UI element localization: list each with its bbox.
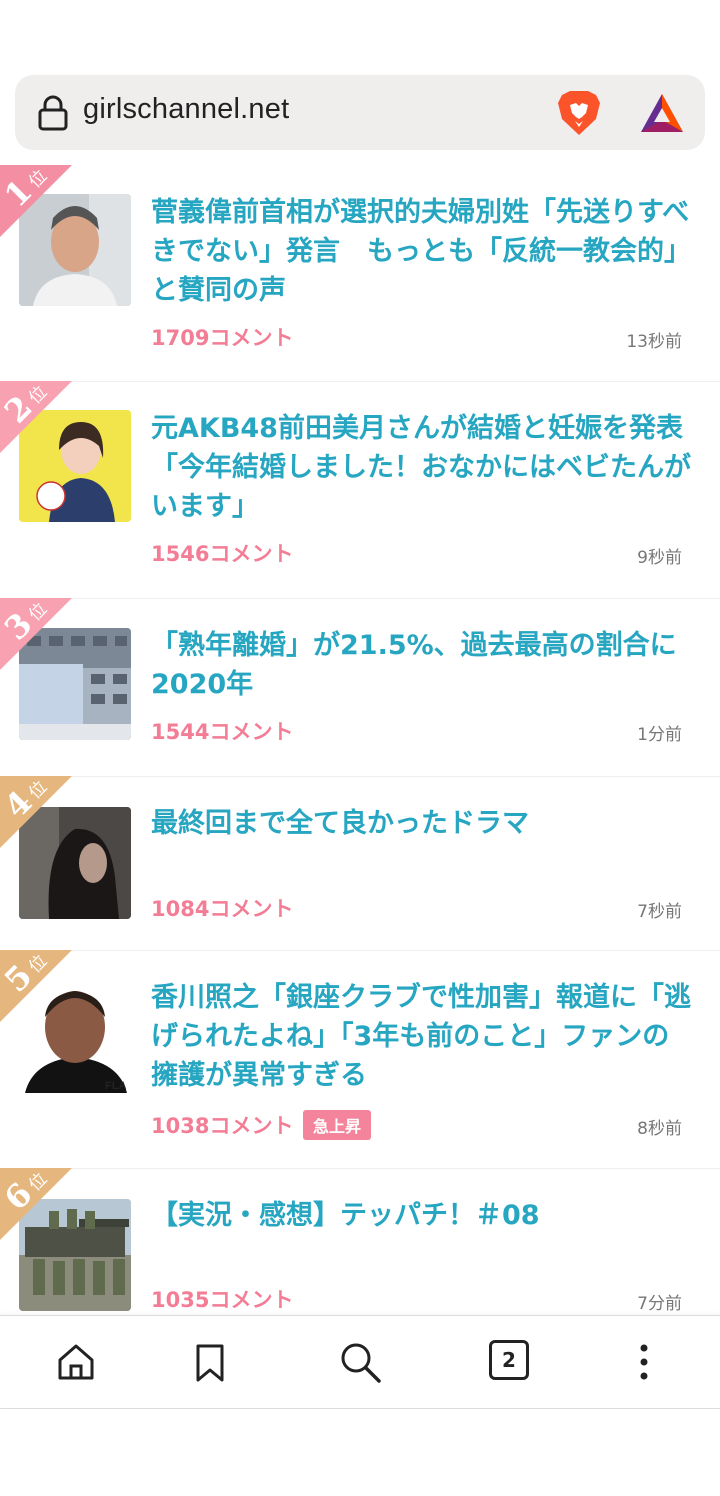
comment-count: 1084コメント xyxy=(151,897,294,921)
post-time: 13秒前 xyxy=(626,332,682,352)
tabs-button[interactable]: 2 xyxy=(489,1340,533,1384)
brave-shields-icon[interactable] xyxy=(556,89,602,137)
address-bar[interactable]: girlschannel.net xyxy=(15,75,705,150)
person-photo: FLA xyxy=(19,981,131,1093)
article-title[interactable]: 最終回まで全て良かったドラマ xyxy=(151,804,696,843)
comment-count: 1709コメント xyxy=(151,326,294,350)
bottom-toolbar: 2 xyxy=(0,1315,720,1409)
list-item[interactable]: 6 位 【実況・感想】テッパチ！＃08 1035コメント 7分前 xyxy=(0,1168,720,1315)
person-photo xyxy=(19,194,131,306)
article-thumbnail xyxy=(19,1199,131,1311)
svg-text:FLA: FLA xyxy=(105,1080,126,1092)
article-title[interactable]: 香川照之「銀座クラブで性加害」報道に「逃げられたよね」「3年も前のこと」ファンの… xyxy=(151,978,696,1095)
article-title[interactable]: 菅義偉前首相が選択的夫婦別姓「先送りすべきでない」発言 もっとも「反統一教会的」… xyxy=(151,193,696,310)
comment-count: 1035コメント xyxy=(151,1288,294,1312)
article-thumbnail xyxy=(19,807,131,919)
list-item[interactable]: 2 位 元AKB48前田美月さんが結婚と妊娠を発表「今年結婚しました！おなかには… xyxy=(0,381,720,599)
comment-count: 1546コメント xyxy=(151,542,294,566)
tab-count: 2 xyxy=(489,1340,529,1380)
lock-icon xyxy=(38,95,68,131)
list-item[interactable]: 1 位 菅義偉前首相が選択的夫婦別姓「先送りすべきでない」発言 もっとも「反統一… xyxy=(0,165,720,382)
home-icon[interactable] xyxy=(54,1340,98,1384)
post-time: 9秒前 xyxy=(637,548,682,568)
post-time: 8秒前 xyxy=(637,1119,682,1139)
url-text: girlschannel.net xyxy=(83,93,290,125)
comment-count: 1544コメント xyxy=(151,720,294,744)
list-item[interactable]: FLA 5 位 香川照之「銀座クラブで性加害」報道に「逃げられたよね」「3年も前… xyxy=(0,950,720,1169)
article-thumbnail xyxy=(19,410,131,522)
bat-rewards-icon[interactable] xyxy=(639,92,685,134)
bookmark-icon[interactable] xyxy=(188,1340,232,1384)
trending-badge: 急上昇 xyxy=(303,1110,372,1140)
article-title[interactable]: 【実況・感想】テッパチ！＃08 xyxy=(151,1196,696,1235)
post-time: 1分前 xyxy=(637,725,682,745)
list-item-meta: 1544コメント 1分前 xyxy=(0,598,720,776)
article-title[interactable]: 元AKB48前田美月さんが結婚と妊娠を発表「今年結婚しました！おなかにはベビたん… xyxy=(151,409,696,526)
tank-photo xyxy=(19,1199,131,1311)
post-time: 7秒前 xyxy=(637,902,682,922)
post-time: 7分前 xyxy=(637,1294,682,1314)
article-thumbnail: FLA xyxy=(19,981,131,1093)
comment-count: 1038コメント xyxy=(151,1114,294,1138)
person-photo xyxy=(19,410,131,522)
more-menu-icon[interactable] xyxy=(622,1340,666,1384)
ranking-list: 1 位 菅義偉前首相が選択的夫婦別姓「先送りすべきでない」発言 もっとも「反統一… xyxy=(0,165,720,1315)
article-thumbnail xyxy=(19,194,131,306)
search-icon[interactable] xyxy=(338,1340,382,1384)
list-item[interactable]: 4 位 最終回まで全て良かったドラマ 1084コメント 7秒前 xyxy=(0,776,720,951)
person-photo xyxy=(19,807,131,919)
